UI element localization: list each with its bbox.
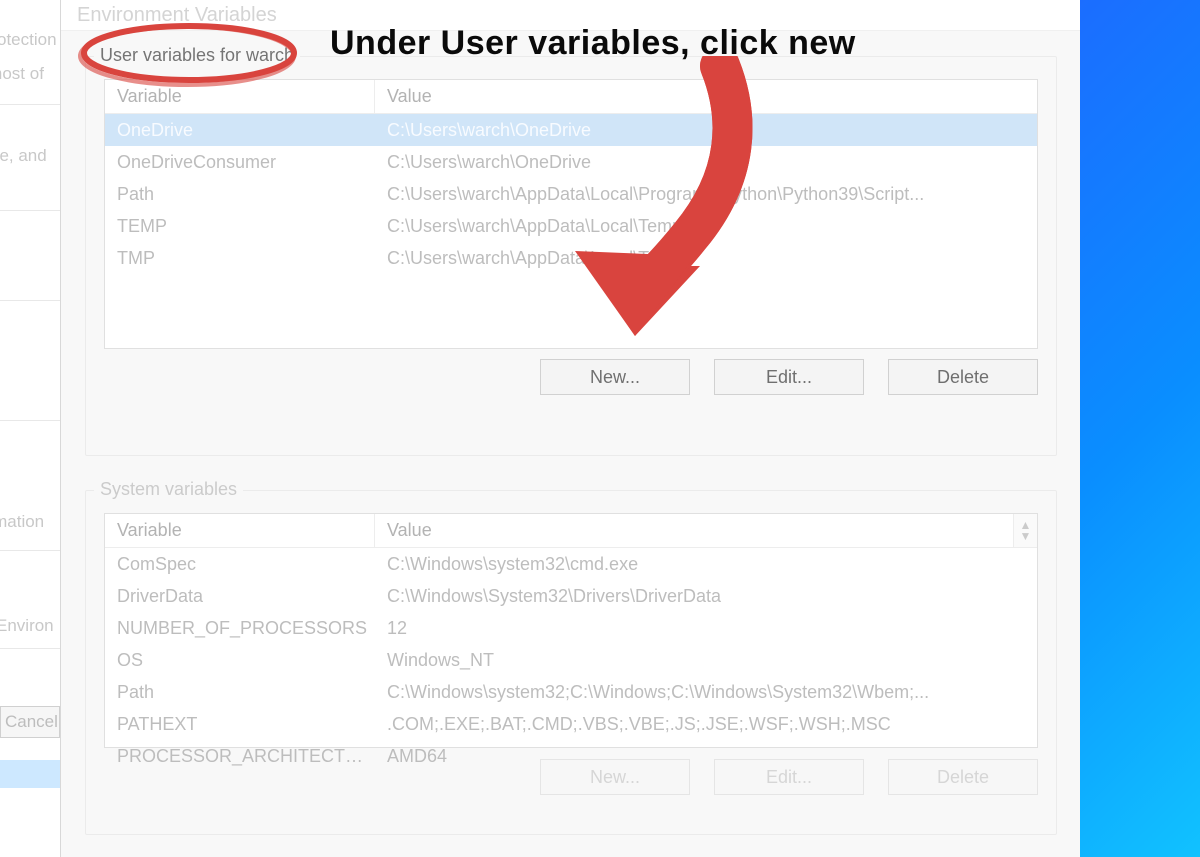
- scrollbar[interactable]: ▲ ▼: [1013, 514, 1037, 547]
- desktop-background: [1080, 0, 1200, 857]
- cell-value: C:\Users\warch\AppData\Local\Temp: [375, 248, 1037, 269]
- scroll-down-icon[interactable]: ▼: [1020, 529, 1032, 543]
- bg-frag-3: ge, and: [0, 144, 47, 168]
- cell-variable: Path: [105, 184, 375, 205]
- bg-frag-1: Protection: [0, 28, 57, 52]
- bg-frag-5: Environ: [0, 614, 54, 638]
- col-header-variable[interactable]: Variable: [105, 80, 375, 113]
- cell-value: C:\Users\warch\AppData\Local\Temp: [375, 216, 1037, 237]
- system-edit-button[interactable]: Edit...: [714, 759, 864, 795]
- col-header-variable[interactable]: Variable: [105, 514, 375, 547]
- col-header-value[interactable]: Value: [375, 520, 1013, 541]
- cell-value: C:\Users\warch\OneDrive: [375, 120, 1037, 141]
- system-delete-button[interactable]: Delete: [888, 759, 1038, 795]
- user-edit-button[interactable]: Edit...: [714, 359, 864, 395]
- user-variables-table[interactable]: Variable Value OneDriveC:\Users\warch\On…: [104, 79, 1038, 349]
- cell-value: C:\Windows\System32\Drivers\DriverData: [375, 586, 1037, 607]
- cell-variable: TMP: [105, 248, 375, 269]
- dialog-title: Environment Variables: [77, 0, 277, 30]
- bg-cancel-button: Cancel: [0, 706, 60, 738]
- table-row[interactable]: OneDriveC:\Users\warch\OneDrive: [105, 114, 1037, 146]
- cell-variable: NUMBER_OF_PROCESSORS: [105, 618, 375, 639]
- table-row[interactable]: PathC:\Users\warch\AppData\Local\Program…: [105, 178, 1037, 210]
- system-variables-legend: System variables: [94, 479, 243, 500]
- system-variables-group: System variables Variable Value ▲ ▼ ComS…: [85, 490, 1057, 835]
- table-row[interactable]: NUMBER_OF_PROCESSORS12: [105, 612, 1037, 644]
- cell-variable: TEMP: [105, 216, 375, 237]
- background-window: Protection e most of ge, and ormation En…: [0, 0, 60, 857]
- user-delete-button[interactable]: Delete: [888, 359, 1038, 395]
- cell-variable: OneDriveConsumer: [105, 152, 375, 173]
- table-row[interactable]: OSWindows_NT: [105, 644, 1037, 676]
- table-row[interactable]: ComSpecC:\Windows\system32\cmd.exe: [105, 548, 1037, 580]
- cell-variable: ComSpec: [105, 554, 375, 575]
- environment-variables-dialog: Environment Variables User variables for…: [60, 0, 1080, 857]
- user-variables-group: User variables for warch Variable Value …: [85, 56, 1057, 456]
- cell-value: C:\Users\warch\OneDrive: [375, 152, 1037, 173]
- cell-variable: OneDrive: [105, 120, 375, 141]
- system-variables-table[interactable]: Variable Value ▲ ▼ ComSpecC:\Windows\sys…: [104, 513, 1038, 748]
- system-table-header: Variable Value ▲ ▼: [105, 514, 1037, 548]
- cell-value: .COM;.EXE;.BAT;.CMD;.VBS;.VBE;.JS;.JSE;.…: [375, 714, 1037, 735]
- table-row[interactable]: TEMPC:\Users\warch\AppData\Local\Temp: [105, 210, 1037, 242]
- table-row[interactable]: DriverDataC:\Windows\System32\Drivers\Dr…: [105, 580, 1037, 612]
- system-vars-button-row: New... Edit... Delete: [540, 759, 1038, 799]
- table-row[interactable]: PATHEXT.COM;.EXE;.BAT;.CMD;.VBS;.VBE;.JS…: [105, 708, 1037, 740]
- table-row[interactable]: OneDriveConsumerC:\Users\warch\OneDrive: [105, 146, 1037, 178]
- cell-variable: Path: [105, 682, 375, 703]
- bg-highlight: [0, 760, 60, 788]
- cell-value: C:\Windows\system32;C:\Windows;C:\Window…: [375, 682, 1037, 703]
- bg-frag-2: e most of: [0, 62, 44, 86]
- cell-variable: OS: [105, 650, 375, 671]
- table-row[interactable]: TMPC:\Users\warch\AppData\Local\Temp: [105, 242, 1037, 274]
- user-table-header: Variable Value: [105, 80, 1037, 114]
- user-variables-legend: User variables for warch: [94, 45, 300, 66]
- cell-variable: DriverData: [105, 586, 375, 607]
- cell-value: C:\Users\warch\AppData\Local\Programs\Py…: [375, 184, 1037, 205]
- cell-variable: PROCESSOR_ARCHITECTURE: [105, 746, 375, 767]
- cell-variable: PATHEXT: [105, 714, 375, 735]
- cell-value: C:\Windows\system32\cmd.exe: [375, 554, 1037, 575]
- user-vars-button-row: New... Edit... Delete: [540, 359, 1038, 399]
- col-header-value[interactable]: Value: [375, 86, 1037, 107]
- table-row[interactable]: PathC:\Windows\system32;C:\Windows;C:\Wi…: [105, 676, 1037, 708]
- cell-value: Windows_NT: [375, 650, 1037, 671]
- bg-frag-4: ormation: [0, 510, 44, 534]
- user-new-button[interactable]: New...: [540, 359, 690, 395]
- system-new-button[interactable]: New...: [540, 759, 690, 795]
- cell-value: 12: [375, 618, 1037, 639]
